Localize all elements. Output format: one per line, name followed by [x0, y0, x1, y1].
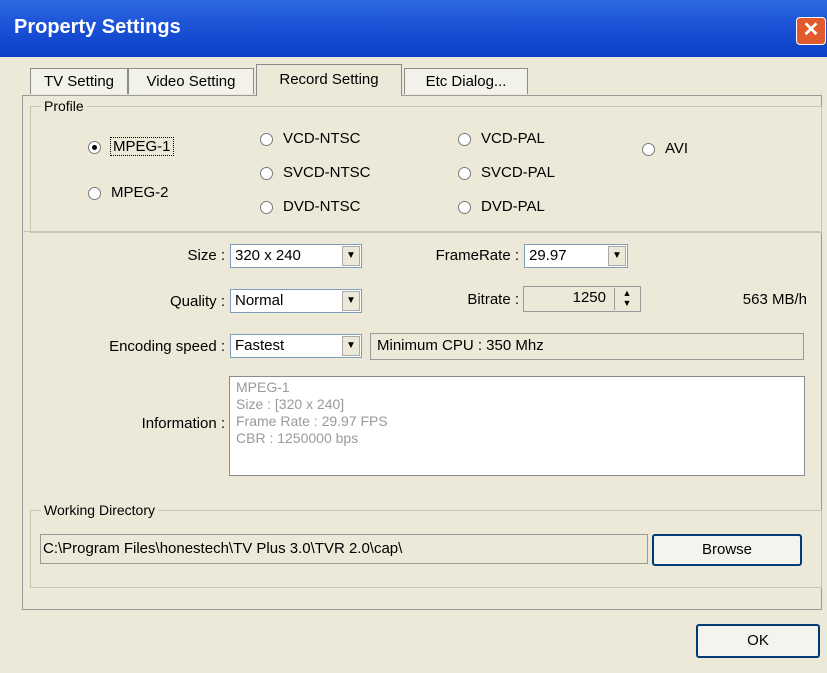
size-select[interactable]: 320 x 240 ▼ — [230, 244, 362, 268]
quality-label: Quality : — [169, 293, 225, 310]
tab-record-setting[interactable]: Record Setting — [256, 64, 402, 96]
size-value: 320 x 240 — [235, 247, 301, 264]
radio-svcd-ntsc[interactable]: SVCD-NTSC — [260, 164, 371, 181]
radio-mpeg1[interactable]: MPEG-1 — [88, 137, 174, 156]
information-textarea[interactable]: MPEG-1 Size : [320 x 240] Frame Rate : 2… — [229, 376, 805, 476]
radio-vcd-pal[interactable]: VCD-PAL — [458, 130, 545, 147]
radio-vcd-ntsc-label: VCD-NTSC — [283, 130, 361, 147]
dropdown-arrow-icon[interactable]: ▼ — [342, 246, 360, 266]
radio-icon — [642, 142, 655, 156]
working-directory-legend: Working Directory — [44, 502, 155, 518]
radio-icon — [260, 200, 273, 214]
radio-svcd-ntsc-label: SVCD-NTSC — [283, 164, 371, 181]
browse-button[interactable]: Browse — [652, 534, 802, 566]
quality-select[interactable]: Normal ▼ — [230, 289, 362, 313]
radio-icon — [458, 132, 471, 146]
radio-icon — [458, 200, 471, 214]
bitrate-value: 1250 — [572, 289, 606, 306]
radio-icon — [88, 186, 101, 200]
close-button[interactable]: ✕ — [796, 17, 826, 45]
framerate-value: 29.97 — [529, 247, 567, 264]
info-line: Frame Rate : 29.97 FPS — [236, 413, 388, 429]
radio-mpeg2-label: MPEG-2 — [111, 184, 169, 201]
spin-arrows-icon[interactable]: ▲ ▼ — [614, 288, 639, 310]
property-settings-dialog: Property Settings ✕ TV Setting Video Set… — [0, 0, 827, 673]
radio-mpeg1-label: MPEG-1 — [110, 137, 174, 156]
radio-dvd-ntsc-label: DVD-NTSC — [283, 198, 361, 215]
quality-value: Normal — [235, 292, 284, 309]
radio-icon — [458, 166, 471, 180]
ok-button[interactable]: OK — [696, 624, 820, 658]
radio-svcd-pal-label: SVCD-PAL — [481, 164, 555, 181]
radio-dvd-pal[interactable]: DVD-PAL — [458, 198, 545, 215]
radio-svcd-pal[interactable]: SVCD-PAL — [458, 164, 555, 181]
information-label: Information : — [141, 415, 225, 432]
bitrate-stepper[interactable]: 1250 ▲ ▼ — [523, 286, 641, 312]
info-line: MPEG-1 — [236, 379, 290, 395]
encoding-speed-select[interactable]: Fastest ▼ — [230, 334, 362, 358]
radio-vcd-pal-label: VCD-PAL — [481, 130, 545, 147]
window-title: Property Settings — [14, 16, 181, 38]
dropdown-arrow-icon[interactable]: ▼ — [342, 336, 360, 356]
radio-icon — [260, 166, 273, 180]
framerate-select[interactable]: 29.97 ▼ — [524, 244, 628, 268]
info-line: CBR : 1250000 bps — [236, 430, 359, 446]
radio-vcd-ntsc[interactable]: VCD-NTSC — [260, 130, 361, 147]
encoding-speed-label: Encoding speed : — [109, 338, 225, 355]
profile-legend: Profile — [44, 98, 84, 114]
tab-etc-dialog[interactable]: Etc Dialog... — [404, 68, 528, 94]
radio-avi[interactable]: AVI — [642, 140, 688, 157]
radio-avi-label: AVI — [665, 140, 689, 157]
framerate-label: FrameRate : — [435, 247, 519, 264]
working-directory-field[interactable]: C:\Program Files\honestech\TV Plus 3.0\T… — [40, 534, 648, 564]
radio-selected-icon — [88, 140, 101, 154]
profile-group: Profile — [30, 98, 822, 233]
info-line: Size : [320 x 240] — [236, 396, 345, 412]
radio-dvd-ntsc[interactable]: DVD-NTSC — [260, 198, 361, 215]
size-label: Size : — [187, 247, 225, 264]
min-cpu-display: Minimum CPU : 350 Mhz — [370, 333, 804, 360]
bitrate-label: Bitrate : — [467, 291, 519, 308]
tab-tv-setting[interactable]: TV Setting — [30, 68, 128, 94]
dropdown-arrow-icon[interactable]: ▼ — [608, 246, 626, 266]
radio-dvd-pal-label: DVD-PAL — [481, 198, 545, 215]
title-bar[interactable]: Property Settings ✕ — [0, 0, 827, 57]
section-divider — [24, 231, 820, 232]
radio-mpeg2[interactable]: MPEG-2 — [88, 184, 169, 201]
filesize-rate: 563 MB/h — [742, 291, 807, 308]
radio-icon — [260, 132, 273, 146]
close-icon: ✕ — [802, 19, 820, 41]
dropdown-arrow-icon[interactable]: ▼ — [342, 291, 360, 311]
encoding-speed-value: Fastest — [235, 337, 285, 354]
tab-video-setting[interactable]: Video Setting — [128, 68, 254, 94]
